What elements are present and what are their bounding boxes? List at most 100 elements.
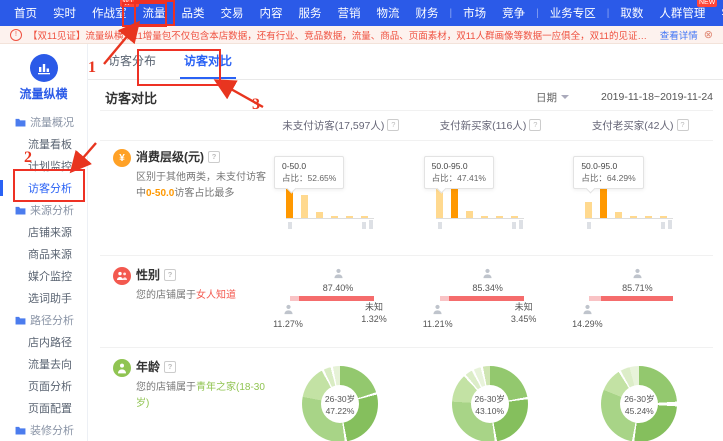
desc-highlight: 女人知道 [196,290,236,301]
sidebar-item-店内路径[interactable]: 店内路径 [0,331,87,353]
gender-group: 85.71%14.29% [565,266,715,346]
sidebar-item-计划监控[interactable]: 计划监控 [0,155,87,177]
sidebar-item-商品来源[interactable]: 商品来源 [0,243,87,265]
male-percent: 11.27% [268,319,308,331]
female-icon [464,268,512,283]
sidebar-item-来源分析[interactable]: 来源分析 [0,199,87,221]
female-percent: 87.40% [314,283,362,295]
question-icon[interactable]: ? [164,361,176,373]
sidebar-item-label: 店内路径 [28,334,72,350]
axis-tick [369,220,373,229]
sidebar-item-访客分析[interactable]: 访客分析 [0,177,87,199]
tab-访客对比[interactable]: 访客对比 [180,43,236,79]
nav-item-竞争[interactable]: 竞争 [494,1,533,25]
nav-item-首页[interactable]: 首页 [6,1,45,25]
axis-tick [587,222,591,229]
desc-text: 您的店铺属于 [136,382,196,393]
date-label[interactable]: 日期 [536,90,557,105]
female-icon [613,268,661,283]
nav-item-实时[interactable]: 实时 [45,1,84,25]
male-segment [589,296,601,301]
sidebar-item-路径分析[interactable]: 路径分析 [0,309,87,331]
axis-tick [362,222,366,229]
date-range-value[interactable]: 2019-11-18~2019-11-24 [601,91,713,103]
age-donut-cell: 26-30岁45.24% [565,358,715,441]
sidebar-item-页面配置[interactable]: 页面配置 [0,397,87,419]
section-gender-title: 性别 ? [136,266,265,283]
nav-item-市场[interactable]: 市场 [455,1,494,25]
unknown-label: 未知 [354,302,394,314]
people-glyph [116,271,128,281]
female-icon [314,268,362,283]
sidebar-item-label: 媒介监控 [28,268,72,284]
nav-item-服务[interactable]: 服务 [291,1,330,25]
gender-group: 85.34%11.21%未知3.45% [416,266,566,346]
bar-group [286,186,374,219]
tooltip-range: 50.0-95.0 [432,160,486,172]
tooltip-range: 50.0-95.0 [581,160,635,172]
nav-item-流量[interactable]: 流量 [135,1,174,25]
nav-item-物流[interactable]: 物流 [369,1,408,25]
consume-bar-chart[interactable]: 0-50.0占比：52.65% [266,148,416,260]
unknown-stat: 未知3.45% [504,302,544,325]
donut-center: 26-30岁43.10% [471,385,509,423]
column-headers: 未支付访客(17,597人)?支付新买家(116人)?支付老买家(42人)? [266,114,715,136]
consume-charts: 0-50.0占比：52.65%50.0-95.0占比：47.41%50.0-95… [266,148,715,260]
donut-chart[interactable]: 26-30岁47.22% [302,366,378,441]
divider [100,140,713,141]
nav-item-品类[interactable]: 品类 [174,1,213,25]
nav-divider: | [533,8,542,19]
nav-item-财务[interactable]: 财务 [408,1,447,25]
axis-tick [438,222,442,229]
question-icon[interactable]: ? [208,151,220,163]
column-header: 支付新买家(116人)? [416,114,566,136]
tab-访客分布[interactable]: 访客分布 [104,43,160,79]
sidebar-item-流量去向[interactable]: 流量去向 [0,353,87,375]
donut-chart[interactable]: 26-30岁43.10% [452,366,528,441]
sidebar-item-label: 选词助手 [28,290,72,306]
sidebar-item-流量看板[interactable]: 流量看板 [0,133,87,155]
sidebar-item-流量概况[interactable]: 流量概况 [0,111,87,133]
nav-item-人群管理[interactable]: 人群管理NEW [651,1,713,25]
sidebar-item-label: 装修分析 [30,422,74,438]
sidebar-item-选词助手[interactable]: 选词助手 [0,287,87,309]
notice-detail-link[interactable]: 查看详情 [660,28,698,42]
bar [585,202,592,218]
nav-item-内容[interactable]: 内容 [252,1,291,25]
donut-chart[interactable]: 26-30岁45.24% [601,366,677,441]
nav-item-作战室[interactable]: 作战室双11 [84,1,135,25]
male-percent: 11.21% [418,319,458,331]
chart-tooltip: 50.0-95.0占比：64.29% [573,156,643,189]
bar-group [585,186,673,219]
sidebar-item-装修分析[interactable]: 装修分析 [0,419,87,441]
axis-tick [288,222,292,229]
unknown-percent: 3.45% [504,314,544,326]
sidebar-item-店铺来源[interactable]: 店铺来源 [0,221,87,243]
sidebar-item-label: 路径分析 [30,312,74,328]
date-filter[interactable]: 日期 2019-11-18~2019-11-24 [536,90,713,105]
male-icon [418,304,458,319]
unknown-stat: 未知1.32% [354,302,394,325]
bar [346,216,353,218]
chart-tooltip: 0-50.0占比：52.65% [274,156,344,189]
consume-bar-chart[interactable]: 50.0-95.0占比：64.29% [565,148,715,260]
nav-item-营销[interactable]: 营销 [330,1,369,25]
chart-tooltip: 50.0-95.0占比：47.41% [424,156,494,189]
close-icon[interactable]: ⊗ [704,28,713,41]
sidebar-item-label: 流量看板 [28,136,72,152]
question-icon[interactable]: ? [164,269,176,281]
nav-item-交易[interactable]: 交易 [213,1,252,25]
nav-item-学院[interactable]: 学院 [713,1,723,25]
male-stat: 14.29% [567,304,607,330]
consume-bar-chart[interactable]: 50.0-95.0占比：47.41% [416,148,566,260]
male-percent: 14.29% [567,319,607,331]
chevron-down-icon [561,95,569,99]
column-header-label: 支付老买家(42人) [592,118,674,133]
sidebar-item-媒介监控[interactable]: 媒介监控 [0,265,87,287]
sidebar-item-页面分析[interactable]: 页面分析 [0,375,87,397]
nav-item-取数[interactable]: 取数 [612,1,651,25]
gender-bar [440,296,524,301]
top-nav-items: 首页实时作战室双11流量品类交易内容服务营销物流财务|市场竞争|业务专区|取数人… [0,0,723,26]
nav-item-业务专区[interactable]: 业务专区 [542,1,604,25]
unknown-label: 未知 [504,302,544,314]
